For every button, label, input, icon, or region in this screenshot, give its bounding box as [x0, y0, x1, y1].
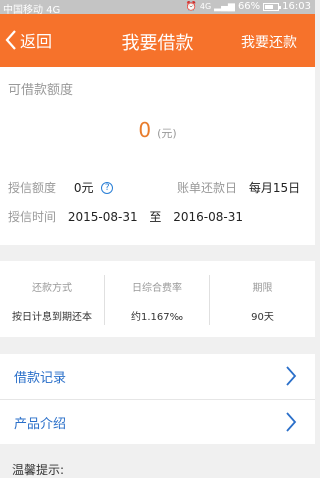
loan-limit-card: 可借款额度 0 (元) 授信额度 0元 ? 账单还款日 每月15日 授信时间 20… [0, 67, 315, 245]
clock: 16:03 [282, 1, 311, 12]
amount-row: 0 (元) [0, 118, 315, 142]
credit-row: 授信额度 0元 ? [8, 179, 114, 196]
available-limit-label: 可借款额度 [8, 83, 74, 98]
battery-icon [263, 2, 282, 11]
chevron-right-icon [286, 366, 297, 386]
period-row: 授信时间 2015-08-31 至 2016-08-31 [8, 208, 243, 225]
repay-button[interactable]: 我要还款 [241, 32, 297, 52]
credit-value: 0元 [73, 181, 94, 195]
menu-item-label: 产品介绍 [14, 417, 67, 432]
help-icon[interactable]: ? [101, 182, 114, 194]
status-bar: 中国移动 4G ⏰ 4G ▂▄▆ 66% 16:03 [0, 0, 315, 16]
term-daily-rate: 日综合费率 约1.167‰ [105, 273, 209, 329]
chevron-right-icon [286, 412, 297, 432]
menu-item-product-intro[interactable]: 产品介绍 [0, 400, 315, 445]
menu-item-label: 借款记录 [14, 371, 67, 386]
term-label: 还款方式 [32, 283, 72, 294]
credit-label: 授信额度 [8, 181, 57, 195]
term-duration: 期限 90天 [210, 273, 315, 329]
due-label: 账单还款日 [177, 181, 238, 195]
battery-percent: 66% [237, 1, 261, 12]
menu-item-loan-records[interactable]: 借款记录 [0, 354, 315, 399]
status-right: ⏰ 4G ▂▄▆ 66% 16:03 [186, 1, 311, 12]
period-start: 2015-08-31 [67, 210, 138, 224]
term-value: 约1.167‰ [130, 312, 184, 323]
term-value: 按日计息到期还本 [12, 312, 92, 323]
available-amount: 0 [138, 118, 152, 142]
due-row: 账单还款日 每月15日 [177, 179, 300, 196]
navigation-bar: 返回 我要借款 我要还款 [0, 14, 315, 67]
loan-terms-card: 还款方式 按日计息到期还本 日综合费率 约1.167‰ 期限 90天 [0, 261, 315, 337]
signal-icon: ▂▄▆ [214, 1, 235, 12]
alarm-icon: ⏰ [185, 1, 197, 12]
term-value: 90天 [251, 312, 274, 323]
tips-heading: 温馨提示: [12, 463, 65, 477]
period-end: 2016-08-31 [173, 210, 244, 224]
period-label: 授信时间 [8, 210, 57, 224]
term-label: 日综合费率 [132, 283, 182, 294]
term-label: 期限 [252, 283, 273, 294]
menu-card: 借款记录 产品介绍 [0, 354, 315, 444]
due-value: 每月15日 [248, 181, 301, 195]
term-repayment-method: 还款方式 按日计息到期还本 [0, 273, 104, 329]
period-separator: 至 [149, 210, 162, 224]
network-label: 4G [199, 2, 212, 11]
amount-unit: (元) [157, 127, 177, 140]
